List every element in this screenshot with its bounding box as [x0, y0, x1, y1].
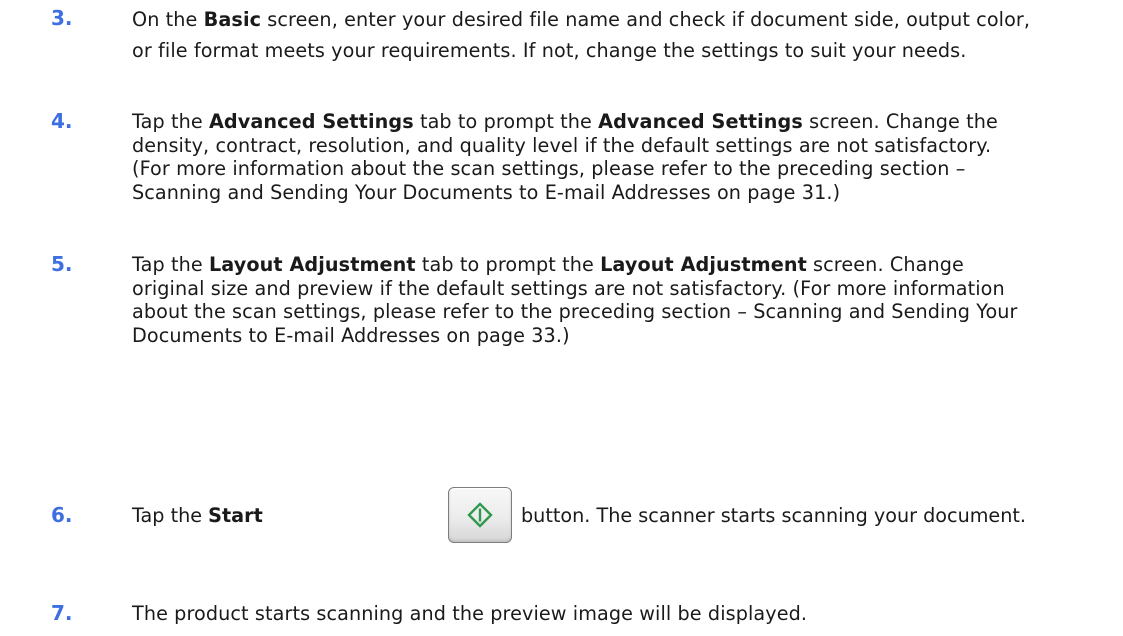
screen-name-advanced-settings: Advanced Settings	[598, 110, 803, 133]
button-name-start: Start	[208, 504, 263, 527]
screen-name-layout-adjustment: Layout Adjustment	[600, 253, 807, 276]
step-number: 7.	[51, 601, 73, 625]
step-text-part: Tap the	[132, 110, 209, 133]
start-diamond-icon	[467, 502, 493, 528]
step-text-part: screen, enter your desired file name and…	[132, 8, 1031, 62]
tab-name-layout-adjustment: Layout Adjustment	[208, 253, 416, 276]
step-text-part: Tap the	[132, 253, 209, 276]
step-text-part: Tap the	[132, 504, 209, 527]
step-text-part: The product starts scanning and the prev…	[132, 602, 808, 625]
step-text: Tap the Layout Adjustment tab to prompt …	[132, 253, 1032, 348]
step-number: 3.	[51, 6, 73, 30]
tab-name-advanced-settings: Advanced Settings	[208, 110, 414, 133]
step-text: Tap the Advanced Settings tab to prompt …	[132, 110, 1032, 205]
screen-name-basic: Basic	[203, 8, 262, 31]
step-text: On the Basic screen, enter your desired …	[132, 4, 1032, 66]
step-number: 4.	[51, 109, 73, 133]
step-text-part: tab to prompt the	[415, 253, 601, 276]
step-text-part: button. The scanner starts scanning your…	[521, 504, 1027, 527]
step-text: button. The scanner starts scanning your…	[521, 501, 1026, 530]
step-text: Tap the Start	[132, 501, 263, 530]
step-number: 6.	[51, 503, 73, 527]
step-number: 5.	[51, 252, 73, 276]
step-text-part: tab to prompt the	[413, 110, 599, 133]
start-button[interactable]	[448, 487, 512, 543]
step-text: The product starts scanning and the prev…	[132, 599, 1032, 628]
step-text-part: On the	[132, 8, 204, 31]
